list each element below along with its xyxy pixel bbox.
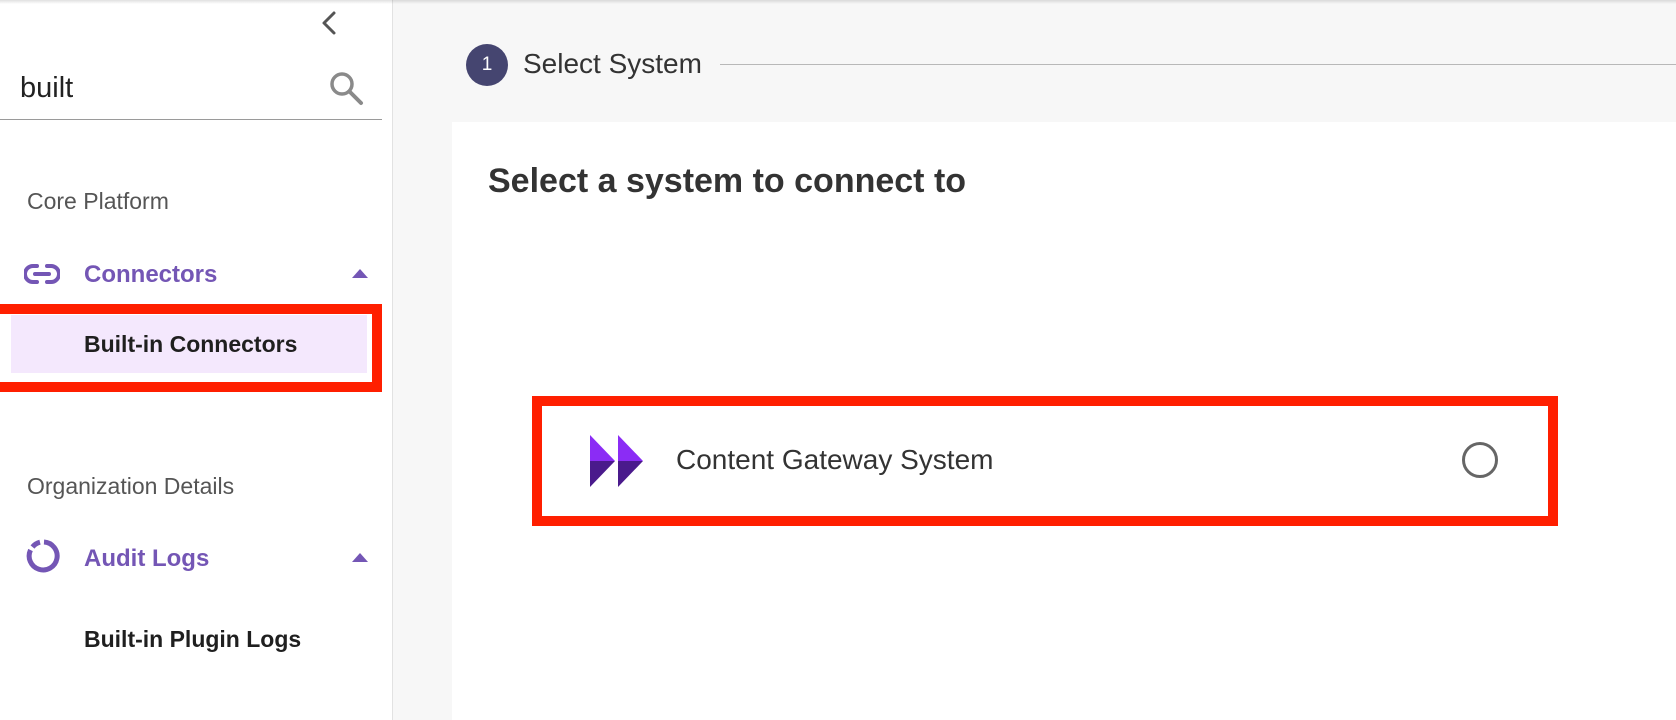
main-panel: Select a system to connect to Content Ga…	[452, 122, 1676, 720]
nav-item-built-in-plugin-logs[interactable]: Built-in Plugin Logs	[0, 596, 382, 668]
step-number-badge: 1	[466, 44, 508, 86]
nav-group-connectors[interactable]: Connectors	[0, 250, 382, 298]
step-label: Select System	[523, 48, 702, 79]
circle-progress-icon	[26, 539, 60, 573]
section-title-organization-details: Organization Details	[27, 473, 235, 499]
system-option-content-gateway[interactable]: Content Gateway System	[548, 412, 1542, 510]
nav-item-label: Built-in Connectors	[84, 331, 298, 357]
section-title-core-platform: Core Platform	[27, 188, 169, 214]
system-radio-button[interactable]	[1462, 442, 1498, 478]
nav-group-label: Audit Logs	[84, 545, 210, 572]
link-icon	[24, 264, 60, 284]
caret-up-icon	[352, 269, 368, 278]
nav-group-label: Connectors	[84, 261, 218, 288]
stepper: 1 Select System	[466, 44, 1676, 88]
caret-up-icon	[352, 553, 368, 562]
collapse-sidebar-button[interactable]	[314, 8, 344, 38]
search-box	[0, 58, 382, 120]
nav-item-label: Built-in Plugin Logs	[84, 626, 302, 652]
top-shadow	[0, 0, 1676, 4]
step-connector-line	[720, 64, 1676, 65]
system-name: Content Gateway System	[676, 444, 994, 475]
content-gateway-logo	[590, 435, 643, 487]
search-icon[interactable]	[328, 70, 364, 106]
page-title: Select a system to connect to	[488, 162, 967, 200]
nav-item-built-in-connectors[interactable]: Built-in Connectors	[0, 302, 382, 374]
chevron-left-icon	[322, 11, 336, 35]
app-root: Core Platform Connectors Built-in Connec…	[0, 0, 1676, 720]
search-input[interactable]	[20, 68, 310, 108]
nav-group-audit-logs[interactable]: Audit Logs	[0, 534, 382, 582]
sidebar: Core Platform Connectors Built-in Connec…	[0, 0, 393, 720]
